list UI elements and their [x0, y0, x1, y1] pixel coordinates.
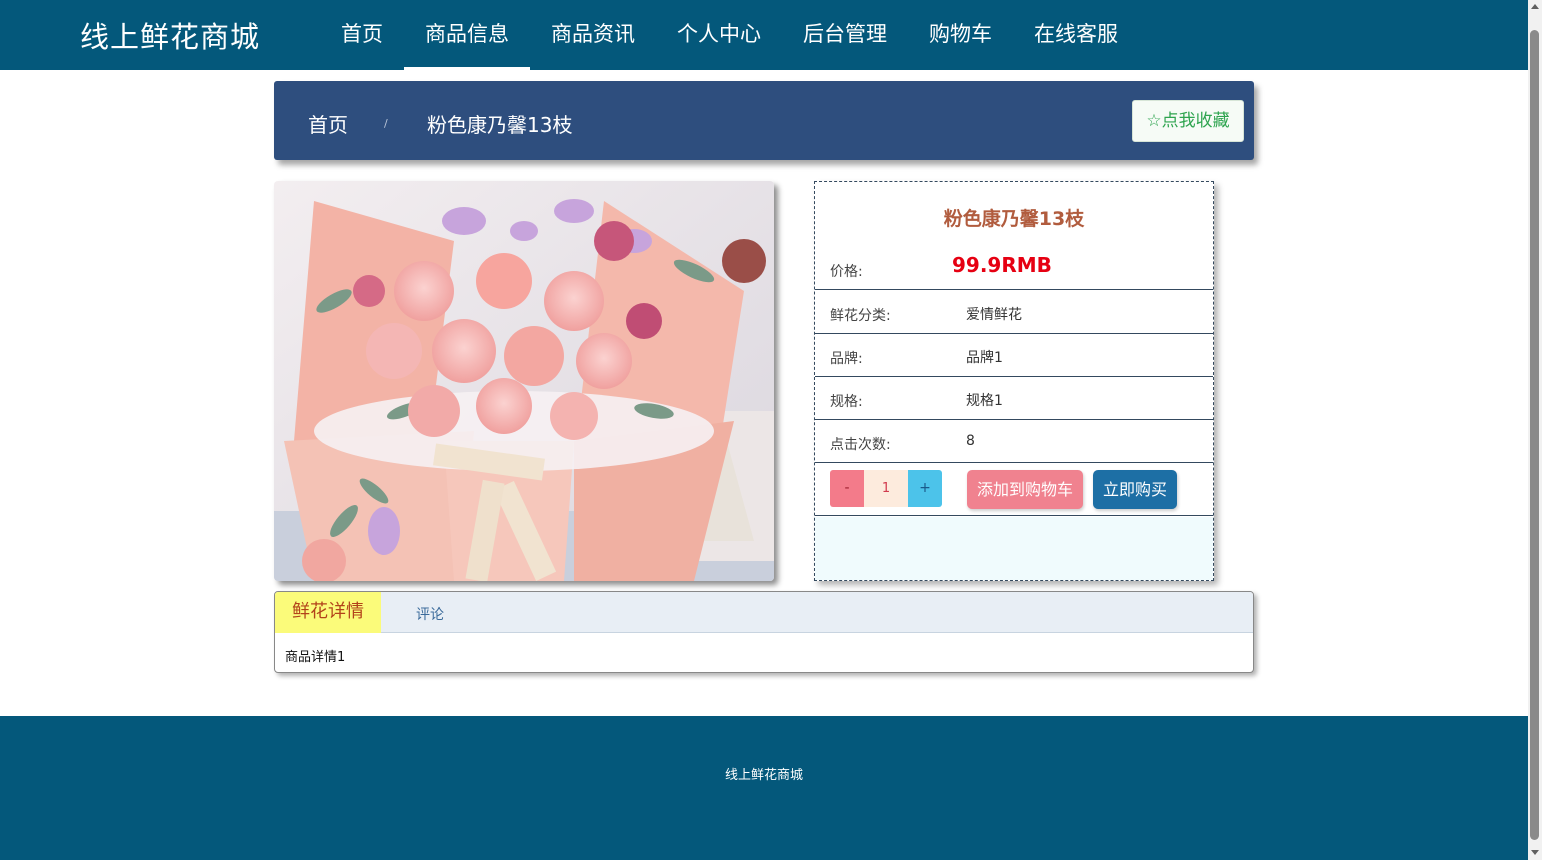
- page-footer: 线上鲜花商城: [0, 716, 1528, 860]
- price-row: 价格: 99.9RMB: [815, 247, 1213, 290]
- brand-row: 品牌: 品牌1: [815, 334, 1213, 377]
- tab-content: 商品详情1: [285, 650, 346, 665]
- nav-item-profile[interactable]: 个人中心: [656, 0, 782, 70]
- scroll-down-arrow-icon[interactable]: [1531, 850, 1539, 855]
- info-panel-footer: [815, 517, 1213, 580]
- nav-item-news[interactable]: 商品资讯: [530, 0, 656, 70]
- quantity-increase-button[interactable]: +: [908, 470, 942, 507]
- quantity-decrease-button[interactable]: -: [830, 470, 864, 507]
- clicks-row: 点击次数: 8: [815, 420, 1213, 463]
- breadcrumb-separator: /: [384, 117, 388, 130]
- favorite-button[interactable]: ☆点我收藏: [1132, 100, 1244, 142]
- buy-now-button[interactable]: 立即购买: [1093, 470, 1177, 509]
- product-image: [274, 181, 774, 581]
- nav-item-support[interactable]: 在线客服: [1013, 0, 1139, 70]
- spec-row: 规格: 规格1: [815, 377, 1213, 420]
- add-to-cart-button[interactable]: 添加到购物车: [967, 470, 1083, 509]
- clicks-value: 8: [966, 433, 975, 449]
- main-nav: 首页 商品信息 商品资讯 个人中心 后台管理 购物车 在线客服: [320, 0, 1139, 70]
- breadcrumb: 首页 / 粉色康乃馨13枝 ☆点我收藏: [274, 81, 1254, 160]
- tab-flower-details[interactable]: 鲜花详情: [275, 592, 381, 633]
- scroll-thumb[interactable]: [1530, 30, 1539, 840]
- site-brand[interactable]: 线上鲜花商城: [80, 14, 260, 56]
- clicks-label: 点击次数:: [830, 437, 891, 453]
- purchase-actions: - 1 + 添加到购物车 立即购买: [815, 463, 1213, 516]
- brand-value: 品牌1: [966, 350, 1003, 366]
- quantity-input[interactable]: 1: [864, 470, 908, 507]
- breadcrumb-current: 粉色康乃馨13枝: [427, 113, 573, 137]
- category-row: 鲜花分类: 爱情鲜花: [815, 291, 1213, 334]
- category-label: 鲜花分类:: [830, 308, 891, 324]
- nav-item-products[interactable]: 商品信息: [404, 0, 530, 70]
- brand-label: 品牌:: [830, 351, 863, 367]
- breadcrumb-home-link[interactable]: 首页: [308, 109, 348, 138]
- quantity-stepper: - 1 +: [830, 470, 942, 507]
- star-outline-icon: ☆: [1146, 111, 1162, 131]
- spec-value: 规格1: [966, 393, 1003, 409]
- nav-item-home[interactable]: 首页: [320, 0, 404, 70]
- footer-text: 线上鲜花商城: [724, 768, 803, 783]
- price-value: 99.9RMB: [952, 253, 1052, 277]
- category-value: 爱情鲜花: [966, 307, 1022, 323]
- product-title: 粉色康乃馨13枝: [943, 208, 1085, 230]
- spec-label: 规格:: [830, 394, 863, 410]
- favorite-button-label: 点我收藏: [1161, 111, 1230, 131]
- tab-header: 鲜花详情 评论: [275, 592, 1253, 633]
- nav-item-admin[interactable]: 后台管理: [782, 0, 908, 70]
- top-navbar: 线上鲜花商城 首页 商品信息 商品资讯 个人中心 后台管理 购物车 在线客服: [0, 0, 1528, 70]
- nav-item-cart[interactable]: 购物车: [908, 0, 1013, 70]
- flower-bouquet-photo-icon: [274, 181, 774, 581]
- tab-comments[interactable]: 评论: [416, 604, 444, 624]
- page-scrollbar[interactable]: [1528, 0, 1542, 860]
- scroll-up-arrow-icon[interactable]: [1531, 4, 1539, 9]
- detail-tabs: 鲜花详情 评论 商品详情1: [274, 591, 1254, 673]
- product-info-panel: 粉色康乃馨13枝 价格: 99.9RMB 鲜花分类: 爱情鲜花 品牌: 品牌1 …: [814, 181, 1214, 581]
- price-label: 价格:: [830, 264, 863, 280]
